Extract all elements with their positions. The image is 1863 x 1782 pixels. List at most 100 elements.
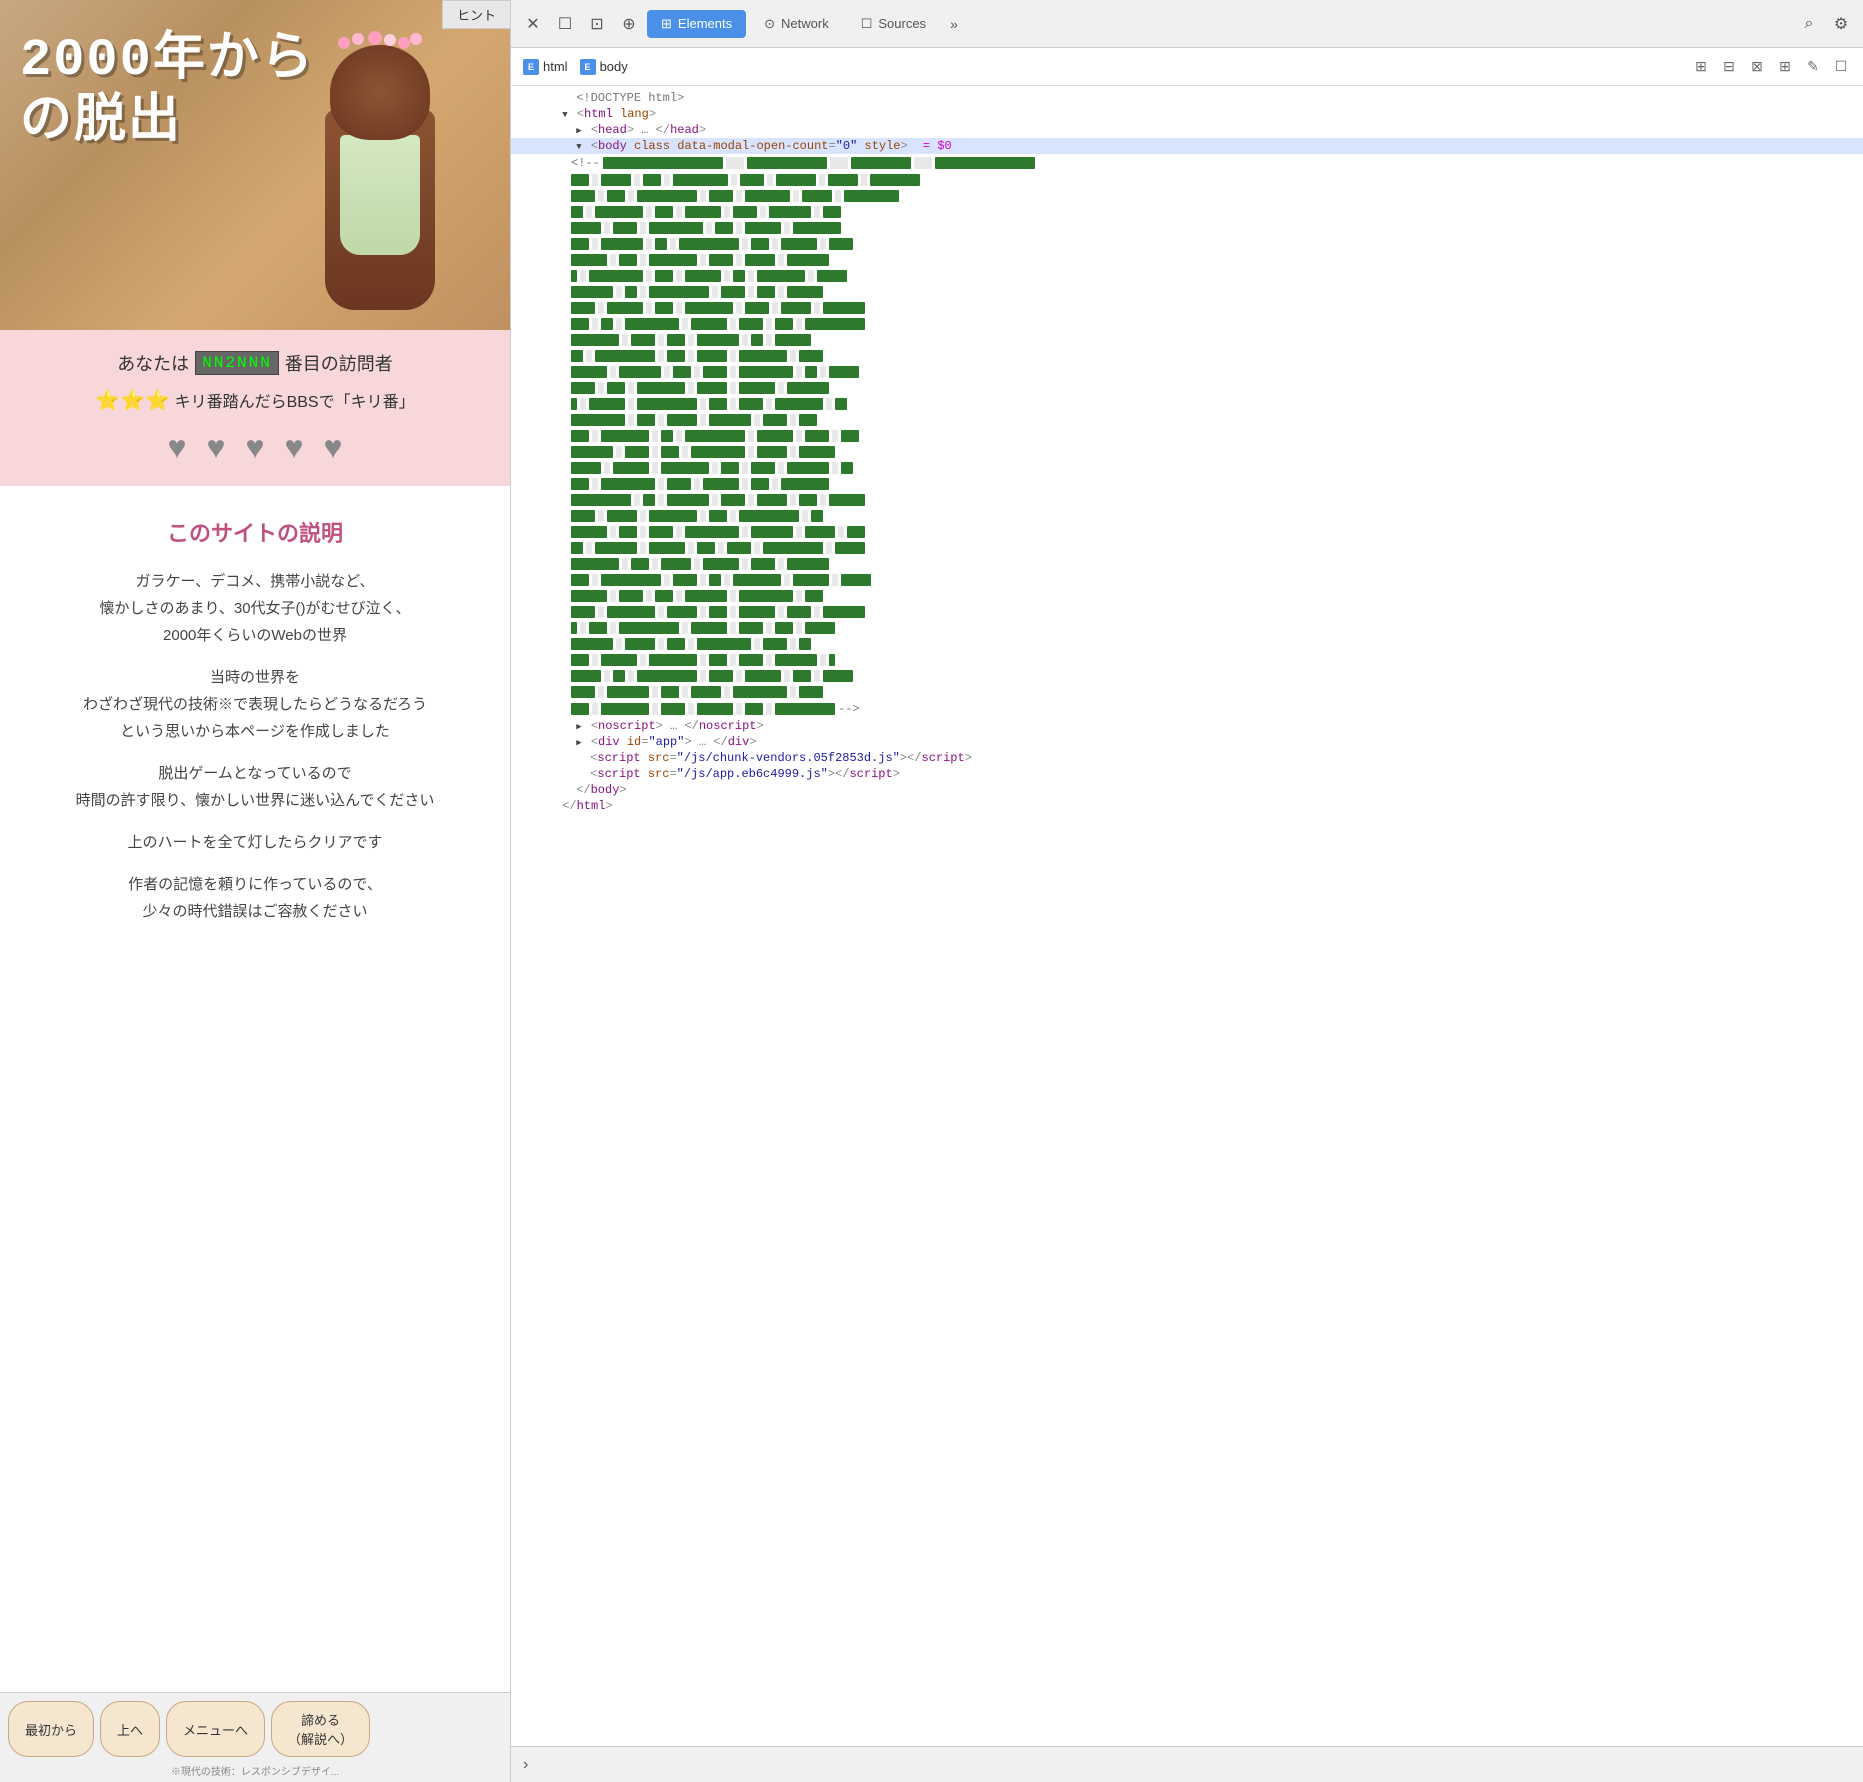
- code-comment-row-13: [511, 380, 1863, 396]
- edit-icon[interactable]: ✎: [1803, 57, 1823, 77]
- code-comment-row-8: [511, 300, 1863, 316]
- grid-icon[interactable]: ⊞: [1775, 57, 1795, 77]
- visitor-section: あなたは NN2NNN 番目の訪問者 ⭐⭐⭐ キリ番踏んだらBBSで「キリ番」 …: [0, 330, 510, 486]
- close-devtools-button[interactable]: ✕: [519, 10, 547, 38]
- heart-4[interactable]: ♥: [285, 429, 304, 466]
- code-comment-row-28: [511, 620, 1863, 636]
- code-comment-row-11: [511, 348, 1863, 364]
- kiri-line: ⭐⭐⭐ キリ番踏んだらBBSで「キリ番」: [15, 388, 495, 413]
- sources-icon: ☐: [861, 16, 873, 32]
- code-comment-row-31: [511, 668, 1863, 684]
- code-comment-row-32: [511, 684, 1863, 700]
- code-comment-row-3: [511, 220, 1863, 236]
- device-toggle-button[interactable]: ⊕: [615, 10, 643, 38]
- code-comment-row-24: [511, 556, 1863, 572]
- code-comment-row-26: [511, 588, 1863, 604]
- heart-2[interactable]: ♥: [207, 429, 226, 466]
- nav-btn-restart[interactable]: 最初から: [8, 1701, 94, 1757]
- html-tag-icon: E: [523, 59, 539, 75]
- nav-btn-menu[interactable]: メニューへ: [166, 1701, 265, 1757]
- desc-para-5: 作者の記憶を頼りに作っているので、 少々の時代錯誤はご容赦ください: [20, 871, 490, 925]
- heart-5[interactable]: ♥: [324, 429, 343, 466]
- devtools-breadcrumb: E html E body ⊞ ⊟ ⊠ ⊞ ✎ ☐: [511, 48, 1863, 86]
- heart-1[interactable]: ♥: [168, 429, 187, 466]
- code-comment-row-23: [511, 540, 1863, 556]
- device-icon[interactable]: ⊟: [1719, 57, 1739, 77]
- visitor-counter: NN2NNN: [195, 351, 279, 375]
- settings-button[interactable]: ⚙: [1827, 10, 1855, 38]
- hint-tab[interactable]: ヒント: [442, 0, 510, 29]
- code-script-1[interactable]: <script src="/js/chunk-vendors.05f2853d.…: [511, 750, 1863, 766]
- code-comment-row-12: [511, 364, 1863, 380]
- devtools-toolbar: ✕ ☐ ⊡ ⊕ ⊞ Elements ⊙ Network ☐ Sources »…: [511, 0, 1863, 48]
- section-title: このサイトの説明: [20, 516, 490, 548]
- hero-section: 2000年から の脱出: [0, 0, 510, 330]
- bottom-nav: 最初から 上へ メニューへ 諦める（解説へ）: [0, 1692, 510, 1761]
- code-comment-row-33: -->: [511, 700, 1863, 718]
- code-comment-row-27: [511, 604, 1863, 620]
- code-comment-row-1: [511, 188, 1863, 204]
- code-html-open[interactable]: ▼ <html lang>: [511, 106, 1863, 122]
- devtools-panel: ✕ ☐ ⊡ ⊕ ⊞ Elements ⊙ Network ☐ Sources »…: [510, 0, 1863, 1782]
- elements-icon: ⊞: [661, 16, 672, 32]
- comment-content: -->: [511, 172, 1863, 718]
- breadcrumb-html[interactable]: E html: [523, 59, 568, 75]
- desc-para-3: 脱出ゲームとなっているので 時間の許す限り、懐かしい世界に迷い込んでください: [20, 760, 490, 814]
- code-body-open[interactable]: ▼ <body class data-modal-open-count="0" …: [511, 138, 1863, 154]
- code-script-2[interactable]: <script src="/js/app.eb6c4999.js"></scri…: [511, 766, 1863, 782]
- code-comment-row-9: [511, 316, 1863, 332]
- code-panel[interactable]: <!DOCTYPE html> ▼ <html lang> ▶ <head> ……: [511, 86, 1863, 1746]
- code-comment-row-2: [511, 204, 1863, 220]
- desc-para-1: ガラケー、デコメ、携帯小説など、 懐かしさのあまり、30代女子()がむせび泣く、…: [20, 568, 490, 649]
- code-comment-row-6: [511, 268, 1863, 284]
- code-html-close: </html>: [511, 798, 1863, 814]
- expand-console-button[interactable]: ›: [523, 1756, 528, 1774]
- code-head[interactable]: ▶ <head> … </head>: [511, 122, 1863, 138]
- bottom-note: ※現代の技術：レスポンシブデザイ...: [0, 1761, 510, 1782]
- network-icon: ⊙: [764, 16, 775, 32]
- code-comment-row-14: [511, 396, 1863, 412]
- hero-background: 2000年から の脱出: [0, 0, 510, 330]
- layout-icon[interactable]: ⊠: [1747, 57, 1767, 77]
- website-panel: ヒント 2000年から: [0, 0, 510, 1782]
- code-comment-row-16: [511, 428, 1863, 444]
- tab-elements[interactable]: ⊞ Elements: [647, 10, 746, 38]
- visitor-count-line: あなたは NN2NNN 番目の訪問者: [15, 350, 495, 376]
- devtools-bottom-bar: ›: [511, 1746, 1863, 1782]
- code-comment-row-21: [511, 508, 1863, 524]
- tab-sources[interactable]: ☐ Sources: [847, 10, 940, 38]
- code-comment-row-30: [511, 652, 1863, 668]
- code-doctype: <!DOCTYPE html>: [511, 90, 1863, 106]
- heart-3[interactable]: ♥: [246, 429, 265, 466]
- body-tag-icon: E: [580, 59, 596, 75]
- code-comment-row-10: [511, 332, 1863, 348]
- code-comment-row-25: [511, 572, 1863, 588]
- undock-button[interactable]: ☐: [551, 10, 579, 38]
- code-comment-row-7: [511, 284, 1863, 300]
- code-comment-row-18: [511, 460, 1863, 476]
- search-button[interactable]: ⌕: [1795, 10, 1823, 38]
- code-comment-row-19: [511, 476, 1863, 492]
- nav-btn-quit[interactable]: 諦める（解説へ）: [271, 1701, 370, 1757]
- nav-btn-up[interactable]: 上へ: [100, 1701, 160, 1757]
- code-comment-row-4: [511, 236, 1863, 252]
- code-div-app[interactable]: ▶ <div id="app"> … </div>: [511, 734, 1863, 750]
- collapse-icon[interactable]: ☐: [1831, 57, 1851, 77]
- code-body-close: </body>: [511, 782, 1863, 798]
- tab-network[interactable]: ⊙ Network: [750, 10, 843, 38]
- code-comment-row-0: [511, 172, 1863, 188]
- breadcrumb-body[interactable]: E body: [580, 59, 628, 75]
- breadcrumb-actions: ⊞ ⊟ ⊠ ⊞ ✎ ☐: [1691, 57, 1851, 77]
- code-comment-row-15: [511, 412, 1863, 428]
- more-tabs-button[interactable]: »: [944, 12, 964, 36]
- desc-para-2: 当時の世界を わざわざ現代の技術※で表現したらどうなるだろう という思いから本ペ…: [20, 664, 490, 745]
- code-comment-row-20: [511, 492, 1863, 508]
- dock-button[interactable]: ⊡: [583, 10, 611, 38]
- hero-title: 2000年から の脱出: [20, 30, 315, 155]
- code-noscript[interactable]: ▶ <noscript> … </noscript>: [511, 718, 1863, 734]
- description-section: このサイトの説明 ガラケー、デコメ、携帯小説など、 懐かしさのあまり、30代女子…: [0, 486, 510, 1692]
- inspect-icon[interactable]: ⊞: [1691, 57, 1711, 77]
- hearts-row: ♥ ♥ ♥ ♥ ♥: [15, 429, 495, 466]
- code-comment-row-17: [511, 444, 1863, 460]
- desc-para-4: 上のハートを全て灯したらクリアです: [20, 829, 490, 856]
